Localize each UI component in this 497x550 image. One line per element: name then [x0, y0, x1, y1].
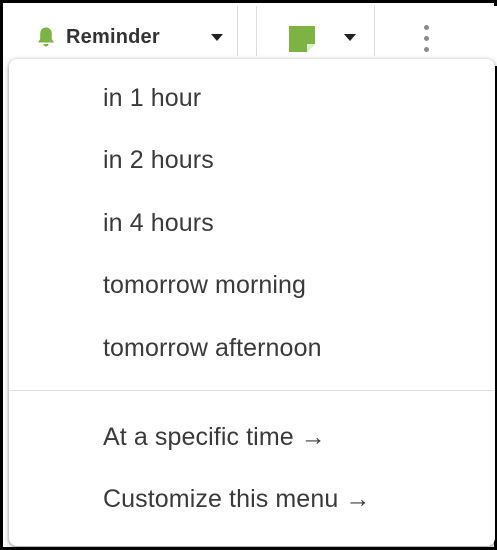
menu-item-in-1-hour[interactable]: in 1 hour — [103, 84, 201, 113]
more-vertical-icon — [424, 47, 429, 52]
menu-item-tomorrow-afternoon[interactable]: tomorrow afternoon — [103, 334, 322, 363]
menu-item-tomorrow-morning[interactable]: tomorrow morning — [103, 271, 306, 300]
toolbar-separator — [256, 6, 257, 56]
toolbar-separator — [237, 6, 238, 56]
reminder-dropdown-caret-icon[interactable] — [211, 34, 223, 41]
toolbar: Reminder — [6, 6, 497, 66]
sticky-note-icon — [289, 26, 315, 52]
reminder-label: Reminder — [66, 25, 160, 48]
more-vertical-icon — [424, 36, 429, 41]
toolbar-separator — [374, 6, 375, 56]
note-color-button[interactable] — [289, 26, 369, 58]
menu-item-specific-time[interactable]: At a specific time → — [103, 423, 326, 452]
more-options-button[interactable] — [418, 22, 436, 56]
menu-item-in-2-hours[interactable]: in 2 hours — [103, 146, 214, 175]
reminder-button[interactable]: Reminder — [36, 20, 160, 54]
menu-item-in-4-hours[interactable]: in 4 hours — [103, 209, 214, 238]
color-dropdown-caret-icon — [344, 34, 356, 41]
reminder-dropdown-menu: in 1 hour in 2 hours in 4 hours tomorrow… — [9, 59, 495, 546]
menu-divider — [9, 390, 495, 391]
screenshot-frame: Reminder in 1 hour in 2 hours in 4 hours… — [0, 0, 497, 550]
bell-icon — [38, 27, 54, 47]
menu-item-customize-menu[interactable]: Customize this menu → — [103, 485, 370, 514]
more-vertical-icon — [424, 25, 429, 30]
